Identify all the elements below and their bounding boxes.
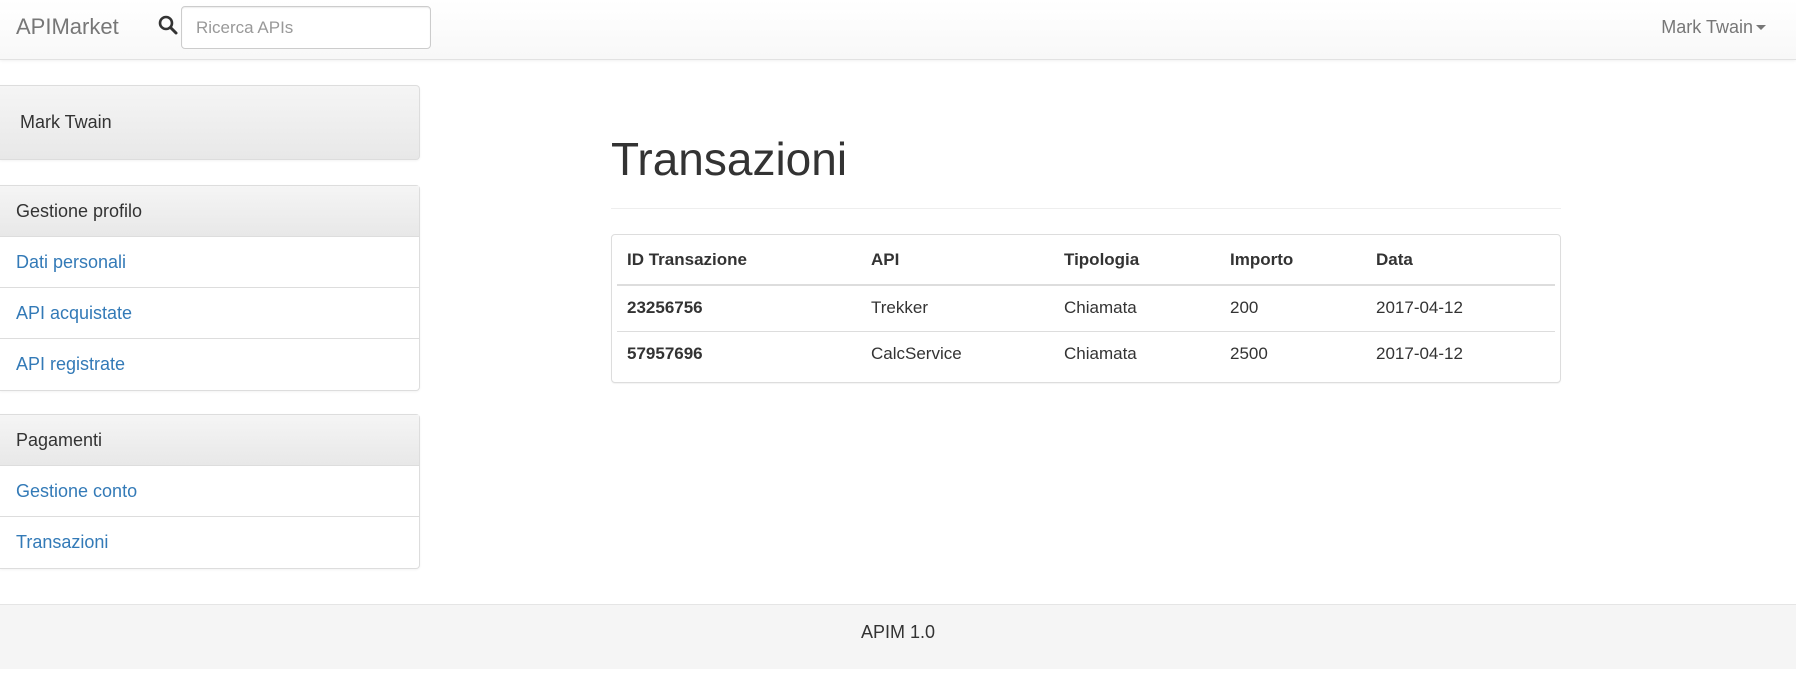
table-row: 57957696 CalcService Chiamata 2500 2017-… <box>617 331 1555 377</box>
cell-data: 2017-04-12 <box>1376 344 1463 364</box>
table-header-row: ID Transazione API Tipologia Importo Dat… <box>617 235 1555 286</box>
column-header-api: API <box>861 235 1054 286</box>
payments-panel: Pagamenti Gestione conto Transazioni <box>0 414 420 569</box>
column-header-tipologia: Tipologia <box>1054 235 1220 286</box>
user-menu-dropdown[interactable]: Mark Twain <box>1661 17 1766 38</box>
profile-panel: Gestione profilo Dati personali API acqu… <box>0 185 420 391</box>
sidebar-item-gestione-conto[interactable]: Gestione conto <box>0 466 419 517</box>
cell-transaction-id: 57957696 <box>627 344 703 364</box>
user-menu-label: Mark Twain <box>1661 17 1753 37</box>
cell-transaction-id: 23256756 <box>617 285 861 332</box>
sidebar-item-api-acquistate[interactable]: API acquistate <box>0 288 419 339</box>
cell-tipologia: Chiamata <box>1064 344 1137 364</box>
column-header-data: Data <box>1366 235 1555 286</box>
cell-api: Trekker <box>861 285 1054 332</box>
page-title: Transazioni <box>611 133 848 185</box>
brand-logo[interactable]: APIMarket <box>16 14 119 40</box>
sidebar-item-dati-personali[interactable]: Dati personali <box>0 237 419 288</box>
cell-importo: 2500 <box>1230 344 1268 364</box>
sidebar-item-api-registrate[interactable]: API registrate <box>0 339 419 390</box>
footer-version: APIM 1.0 <box>860 622 936 642</box>
navbar: APIMarket Mark Twain <box>0 0 1796 60</box>
cell-tipologia: Chiamata <box>1054 285 1220 332</box>
search-input[interactable] <box>181 6 431 49</box>
profile-panel-heading: Gestione profilo <box>0 186 419 237</box>
column-header-id: ID Transazione <box>617 235 861 286</box>
sidebar-item-transazioni[interactable]: Transazioni <box>0 517 419 568</box>
column-header-importo: Importo <box>1220 235 1366 286</box>
cell-data: 2017-04-12 <box>1366 285 1555 332</box>
transactions-table-panel: ID Transazione API Tipologia Importo Dat… <box>611 234 1561 383</box>
transactions-table: ID Transazione API Tipologia Importo Dat… <box>617 235 1555 377</box>
cell-importo: 200 <box>1220 285 1366 332</box>
table-row: 23256756 Trekker Chiamata 200 2017-04-12 <box>617 285 1555 332</box>
sidebar-user-name: Mark Twain <box>20 112 112 132</box>
cell-api: CalcService <box>871 344 962 364</box>
title-divider <box>611 208 1561 209</box>
caret-down-icon <box>1756 25 1766 30</box>
footer: APIM 1.0 <box>0 604 1796 669</box>
payments-panel-heading: Pagamenti <box>0 415 419 466</box>
search-icon[interactable] <box>157 14 179 36</box>
sidebar-user-panel: Mark Twain <box>0 85 420 160</box>
